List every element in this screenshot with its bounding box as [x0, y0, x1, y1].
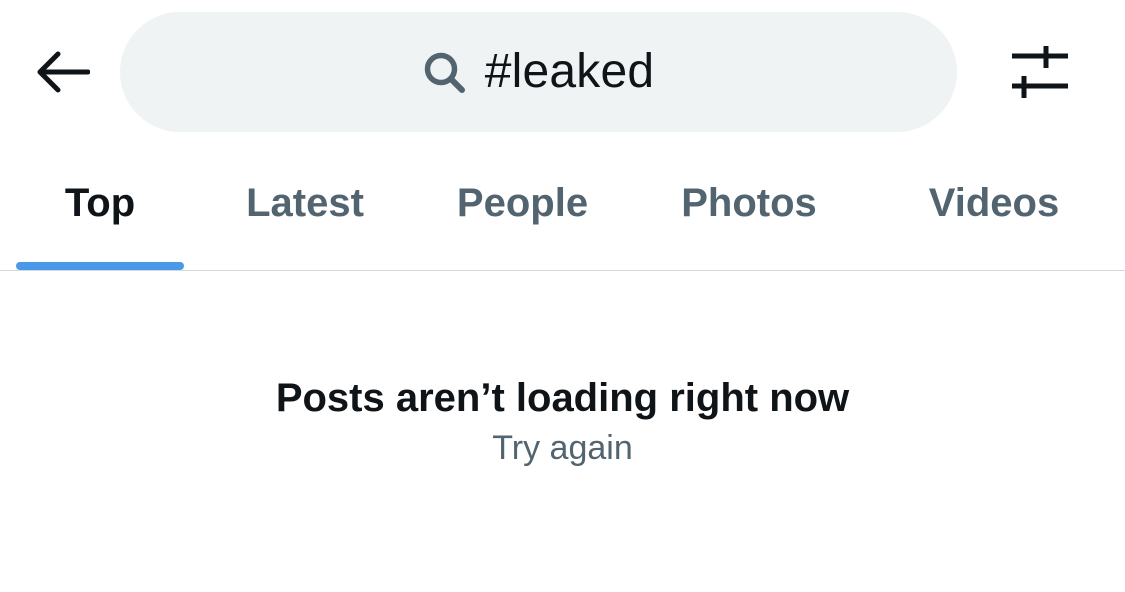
back-button[interactable] — [26, 36, 98, 108]
arrow-left-icon — [37, 51, 90, 93]
sliders-icon — [1012, 46, 1068, 98]
tab-label: Photos — [681, 181, 817, 225]
active-tab-indicator — [16, 262, 184, 270]
search-query-text: #leaked — [484, 45, 655, 98]
try-again-button[interactable]: Try again — [492, 426, 632, 470]
empty-state: Posts aren’t loading right now Try again — [0, 372, 1125, 470]
tab-label: People — [456, 181, 589, 225]
tab-latest[interactable]: Latest — [200, 145, 410, 270]
tab-videos[interactable]: Videos — [863, 145, 1125, 270]
tab-label: Top — [64, 181, 136, 225]
search-icon — [423, 51, 467, 95]
top-bar: #leaked — [0, 0, 1125, 145]
error-message-title: Posts aren’t loading right now — [275, 376, 850, 420]
tab-people[interactable]: People — [410, 145, 635, 270]
tab-top[interactable]: Top — [0, 145, 200, 270]
tab-label: Videos — [928, 181, 1060, 225]
search-tabs: Top Latest People Photos Videos — [0, 145, 1125, 271]
search-input[interactable]: #leaked — [120, 12, 957, 132]
tab-label: Latest — [246, 181, 364, 225]
tab-photos[interactable]: Photos — [635, 145, 863, 270]
filter-button[interactable] — [1004, 36, 1076, 108]
